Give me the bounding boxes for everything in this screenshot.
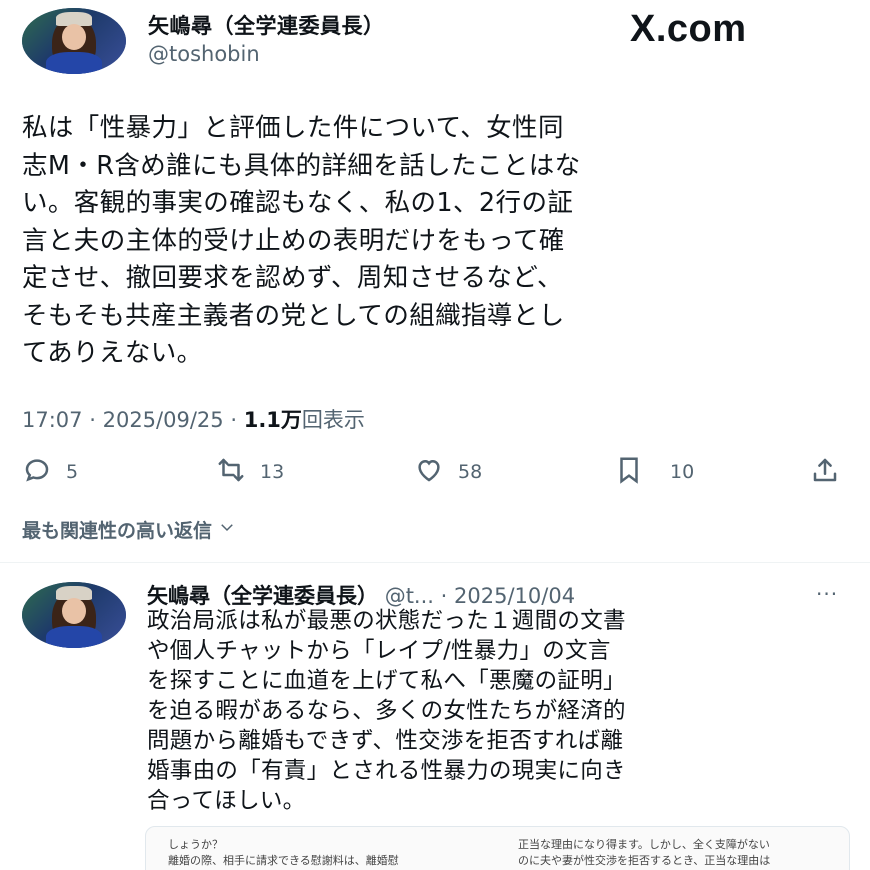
post-header: 矢嶋尋（全学連委員長） @toshobin X.com: [0, 0, 870, 90]
reply-date[interactable]: 2025/10/04: [454, 584, 575, 608]
embedded-image[interactable]: しょうか？ 離婚の際、相手に請求できる慰謝料は、離婚慰 正当な理由になり得ます。…: [145, 826, 850, 870]
bookmark-count: 10: [670, 461, 695, 483]
repost-button[interactable]: 13: [216, 450, 284, 494]
embed-text-line: 正当な理由になり得ます。しかし、全く支障がない: [518, 838, 770, 851]
post-text-line: 私は「性暴力」と評価した件について、女性同: [22, 113, 564, 143]
reply-button[interactable]: 5: [22, 450, 78, 494]
reply-author-avatar[interactable]: [22, 582, 126, 648]
separator: ·: [89, 408, 96, 432]
post-text-line: 言と夫の主体的受け止めの表明だけをもって確: [22, 225, 565, 256]
post-text-line: 定させ、撤回要求を認めず、周知させるなど、: [22, 263, 563, 293]
reply-icon: [22, 455, 52, 489]
like-button[interactable]: 58: [414, 450, 482, 494]
bookmark-button[interactable]: 10: [614, 450, 694, 494]
post-metadata: 17:07 · 2025/09/25 · 1.1万回表示: [22, 404, 365, 434]
reply-text-line: 婚事由の「有責」とされる性暴力の現実に向き: [147, 758, 626, 784]
embed-text-line: のに夫や妻が性交渉を拒否するとき、正当な理由は: [518, 854, 771, 867]
reply-text-line: 合ってほしい。: [147, 788, 306, 814]
share-icon: [810, 455, 840, 489]
like-count: 58: [458, 461, 483, 483]
like-icon: [414, 455, 444, 489]
embed-text-line: 離婚の際、相手に請求できる慰謝料は、離婚慰: [168, 854, 399, 867]
post-text-line: そもそも共産主義者の党としての組織指導とし: [22, 300, 565, 331]
embed-text-line: しょうか？: [168, 838, 223, 851]
views-count: 1.1万: [243, 408, 302, 432]
reply-text-line: 問題から離婚もできず、性交渉を拒否すれば離: [147, 728, 624, 754]
bookmark-icon: [614, 455, 644, 489]
post-date[interactable]: 2025/09/25: [103, 408, 224, 432]
replies-sort-label: 最も関連性の高い返信: [22, 520, 213, 542]
embed-right-text: 正当な理由になり得ます。しかし、全く支障がない のに夫や妻が性交渉を拒否するとき…: [518, 837, 770, 869]
reply-count: 5: [66, 461, 79, 483]
chevron-down-icon: [212, 518, 236, 541]
repost-count: 13: [260, 461, 285, 483]
post-time[interactable]: 17:07: [22, 408, 83, 432]
post-text: 私は「性暴力」と評価した件について、女性同 志M・R含め誰にも具体的詳細を話した…: [22, 110, 842, 373]
post-text-line: 志M・R含め誰にも具体的詳細を話したことはな: [22, 150, 581, 181]
author-avatar[interactable]: [22, 8, 126, 74]
divider: [0, 562, 870, 563]
reply-text-line: を迫る暇があるなら、多くの女性たちが経済的: [147, 698, 626, 724]
reply-author-name[interactable]: 矢嶋尋（全学連委員長）: [147, 584, 378, 608]
reply-author-handle[interactable]: @t...: [385, 584, 434, 608]
post-text-line: い。客観的事実の確認もなく、私の1、2行の証: [22, 188, 574, 218]
author-name[interactable]: 矢嶋尋（全学連委員長）: [148, 10, 385, 40]
replies-sort-dropdown[interactable]: 最も関連性の高い返信: [22, 516, 236, 543]
separator: ·: [440, 584, 448, 608]
reply-text-line: や個人チャットから「レイプ/性暴力」の文言: [147, 638, 611, 664]
reply-text-line: 政治局派は私が最悪の状態だった１週間の文書: [147, 608, 626, 634]
action-bar: 5 13 58 10: [0, 450, 870, 494]
reply-text: 政治局派は私が最悪の状態だった１週間の文書 や個人チャットから「レイプ/性暴力」…: [147, 606, 857, 816]
reply-post[interactable]: 矢嶋尋（全学連委員長） @t... · 2025/10/04 ··· 政治局派は…: [0, 568, 870, 870]
repost-icon: [216, 455, 246, 489]
views-label: 回表示: [301, 408, 365, 432]
share-button[interactable]: [810, 450, 840, 494]
reply-text-line: を探すことに血道を上げて私へ「悪魔の証明」: [147, 668, 626, 694]
separator: ·: [230, 408, 238, 432]
author-handle[interactable]: @toshobin: [148, 42, 260, 66]
post-text-line: てありえない。: [22, 338, 203, 368]
more-icon[interactable]: ···: [816, 582, 838, 606]
x-com-logo: X.com: [630, 8, 747, 50]
embed-left-text: しょうか？ 離婚の際、相手に請求できる慰謝料は、離婚慰: [168, 837, 399, 869]
